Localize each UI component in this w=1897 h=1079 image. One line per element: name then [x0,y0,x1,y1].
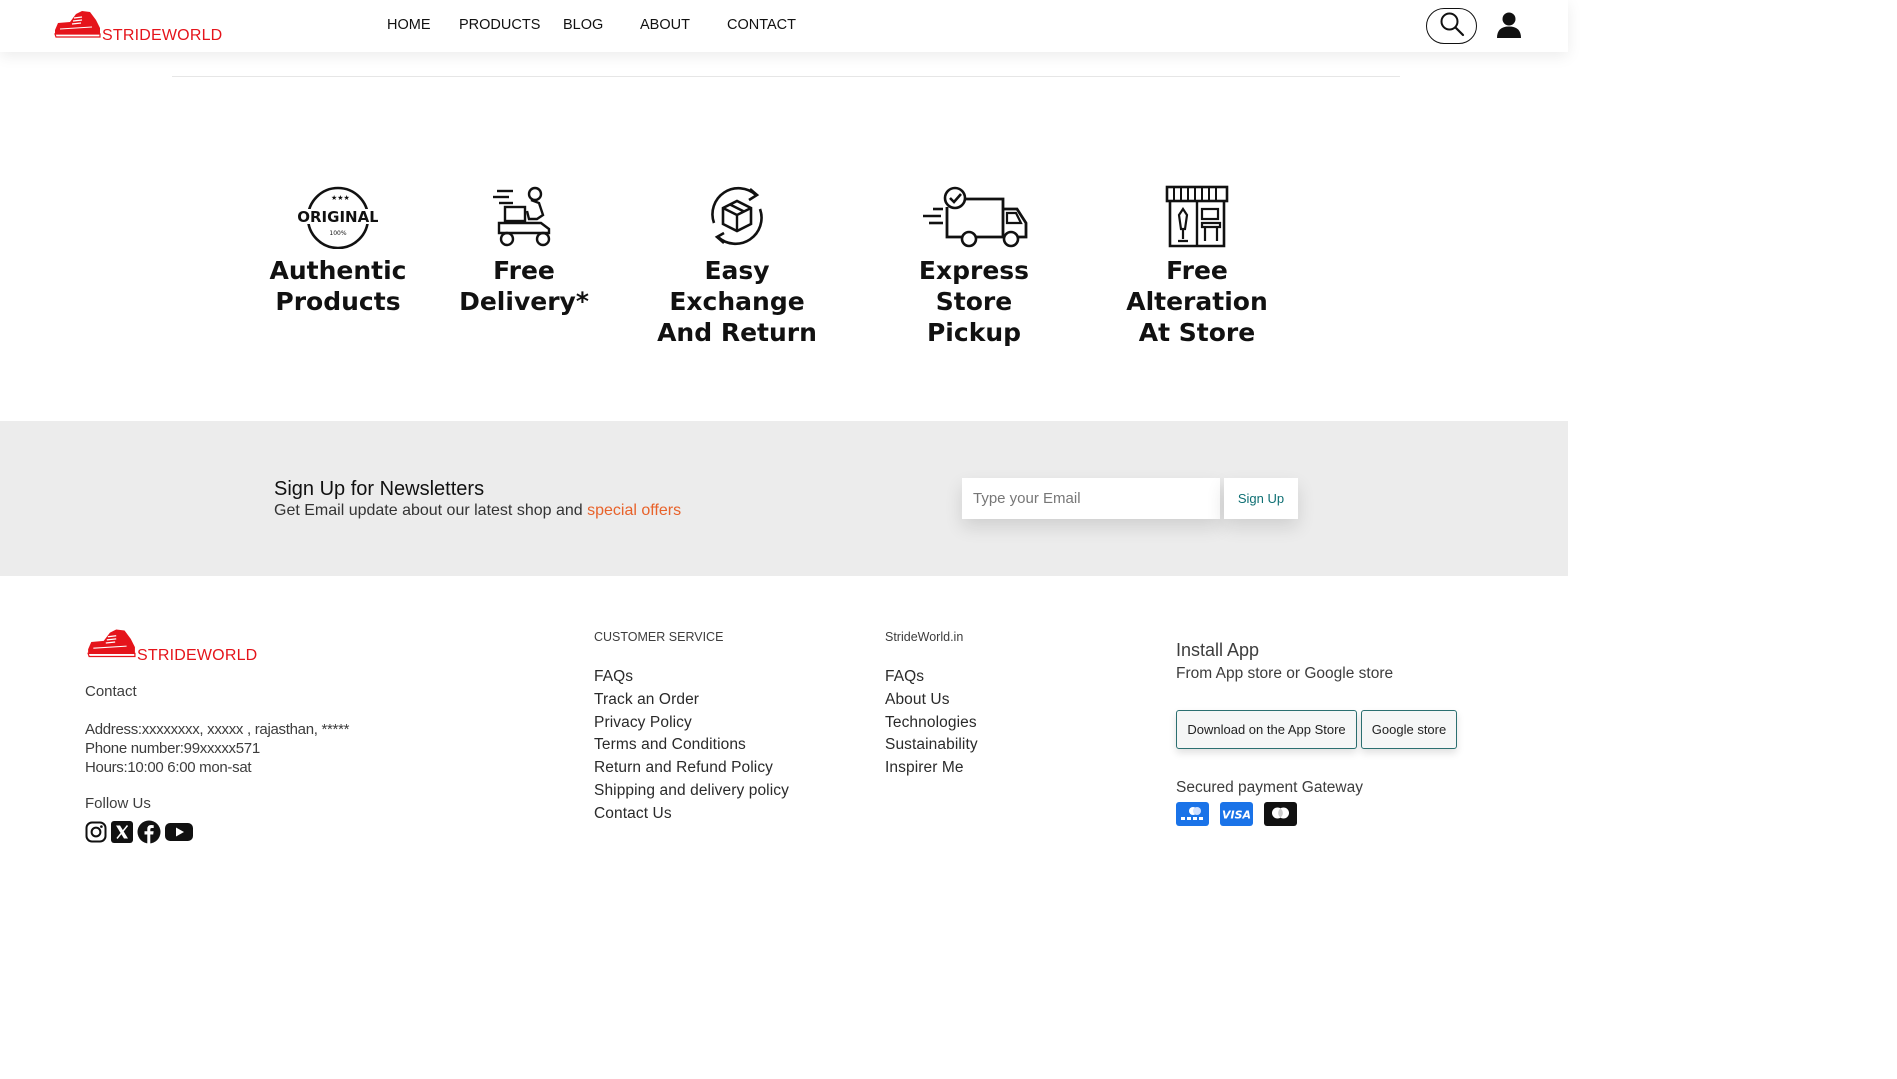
brand-logo[interactable]: STRIDEWORLD [52,8,222,45]
install-app-subtitle: From App store or Google store [1176,665,1394,682]
svg-text:★★★: ★★★ [331,194,350,202]
contact-details: Address:xxxxxxxx, xxxxx , rajasthan, ***… [85,720,349,777]
link-track-order[interactable]: Track an Order [594,689,789,712]
truck-check-icon [919,183,1029,249]
site-header: STRIDEWORLD HOME PRODUCTS BLOG ABOUT CON… [0,0,1568,52]
contact-heading: Contact [85,683,137,700]
link-technologies[interactable]: Technologies [885,712,978,735]
nav-about[interactable]: ABOUT [640,17,690,33]
exchange-box-icon [704,183,770,249]
svg-text:ORIGINAL: ORIGINAL [298,208,378,226]
link-inspirer-me[interactable]: Inspirer Me [885,757,978,780]
feature-title: Free Delivery* [459,256,589,316]
search-button[interactable] [1426,8,1477,44]
feature-title: Authentic Products [269,256,407,316]
svg-text:VISA: VISA [1222,809,1251,822]
newsletter-title: Sign Up for Newsletters [274,478,485,500]
feature-free-alteration: Free Alteration At Store [1101,183,1293,348]
newsletter-subtitle: Get Email update about our latest shop a… [274,502,681,520]
feature-free-delivery: Free Delivery* [459,183,589,317]
site-footer: STRIDEWORLD Contact Address:xxxxxxxx, xx… [0,576,1568,881]
link-about-us[interactable]: About Us [885,689,978,712]
special-offers-text: special offers [587,502,682,519]
nav-products[interactable]: PRODUCTS [459,17,540,33]
payment-methods: VISA [1176,802,1297,826]
search-icon [1439,11,1465,42]
app-store-button[interactable]: Download on the App Store [1176,710,1357,749]
link-privacy-policy[interactable]: Privacy Policy [594,712,789,735]
payment-heading: Secured payment Gateway [1176,779,1363,796]
x-twitter-icon[interactable] [111,821,133,843]
customer-service-heading: CUSTOMER SERVICE [594,630,724,644]
feature-title: Free Alteration At Store [1126,256,1268,347]
footer-brand-logo[interactable]: STRIDEWORLD [85,626,257,665]
visa-icon: VISA [1220,802,1253,826]
shoe-logo-icon [52,8,102,45]
feature-express-pickup: Express Store Pickup [890,183,1058,348]
nav-blog[interactable]: BLOG [563,17,603,33]
nav-home[interactable]: HOME [387,17,431,33]
section-divider [172,76,1400,77]
original-badge-icon: ★★★ ORIGINAL 100% [298,183,378,249]
newsletter-email-input[interactable] [962,478,1220,519]
customer-service-links: FAQs Track an Order Privacy Policy Terms… [594,666,789,826]
link-cs-faqs[interactable]: FAQs [594,666,789,689]
google-store-button[interactable]: Google store [1361,710,1457,749]
tailor-store-icon [1164,183,1230,249]
feature-title: Express Store Pickup [918,256,1030,347]
svg-text:100%: 100% [329,230,346,237]
instagram-icon[interactable] [85,821,107,843]
follow-heading: Follow Us [85,795,151,812]
contact-hours: Hours:10:00 6:00 mon-sat [85,759,252,776]
link-sw-faqs[interactable]: FAQs [885,666,978,689]
delivery-scooter-icon [491,183,557,249]
strideworld-heading: StrideWorld.in [885,630,964,644]
link-refund-policy[interactable]: Return and Refund Policy [594,757,789,780]
newsletter-signup-button[interactable]: Sign Up [1224,478,1298,519]
facebook-icon[interactable] [137,820,161,844]
feature-easy-exchange: Easy Exchange And Return [644,183,830,348]
link-sustainability[interactable]: Sustainability [885,734,978,757]
install-app-heading: Install App [1176,640,1260,660]
strideworld-links: FAQs About Us Technologies Sustainabilit… [885,666,978,780]
feature-authentic: ★★★ ORIGINAL 100% Authentic Products [270,183,407,317]
social-links [85,820,193,844]
brand-name: STRIDEWORLD [102,27,223,44]
link-contact-us[interactable]: Contact Us [594,803,789,826]
user-account-icon[interactable] [1496,11,1522,39]
shoe-logo-icon [85,626,137,665]
newsletter-section: Sign Up for Newsletters Get Email update… [0,421,1568,576]
link-shipping-policy[interactable]: Shipping and delivery policy [594,780,789,803]
contact-address: Address:xxxxxxxx, xxxxx , rajasthan, ***… [85,721,350,738]
footer-brand-name: STRIDEWORLD [137,647,258,664]
generic-card-icon [1176,802,1209,826]
link-terms[interactable]: Terms and Conditions [594,734,789,757]
youtube-icon[interactable] [165,822,193,842]
newsletter-subtitle-text: Get Email update about our latest shop a… [274,502,588,519]
contact-phone: Phone number:99xxxxx571 [85,740,260,757]
mastercard-icon [1264,802,1297,826]
nav-contact[interactable]: CONTACT [727,17,796,33]
feature-title: Easy Exchange And Return [657,256,817,347]
